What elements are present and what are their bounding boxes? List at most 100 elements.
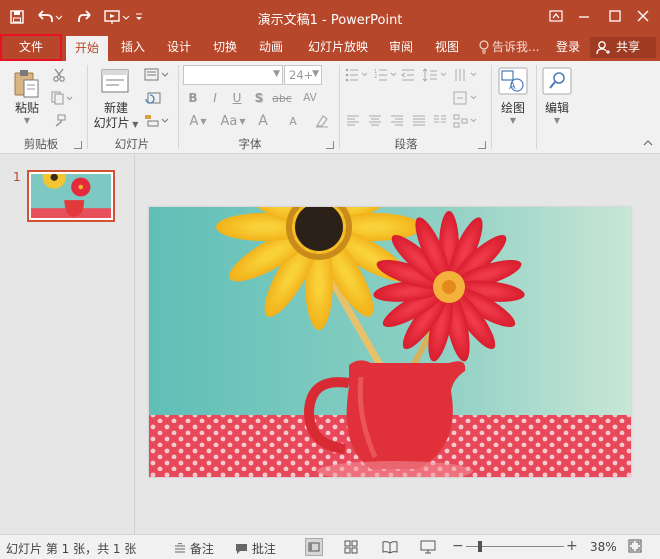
change-case-button[interactable]: Aa ▼: [216, 111, 250, 131]
decrease-font-button[interactable]: A: [285, 111, 301, 131]
zoom-slider-thumb[interactable]: [478, 541, 482, 552]
change-case-label: Aa: [220, 113, 238, 129]
collapse-ribbon-icon[interactable]: [640, 135, 656, 151]
slide-number: 1: [13, 170, 21, 184]
font-color-letter: A: [189, 113, 199, 129]
font-name-combo[interactable]: ▼: [183, 65, 283, 85]
share-button[interactable]: 共享: [590, 37, 656, 58]
align-text-icon[interactable]: [452, 89, 480, 107]
slides-group-label: 幻灯片: [114, 137, 150, 151]
font-group-label: 字体: [238, 137, 262, 151]
chevron-down-icon: ▼: [200, 116, 207, 126]
ribbon-home: 粘贴 ▼ 剪贴板 新建 幻灯片 ▼ 幻灯片 ▼ 24+ ▼ B I U S ab…: [0, 61, 660, 154]
ribbon-display-options-icon[interactable]: [543, 4, 569, 28]
ribbon-separator: [87, 65, 88, 149]
strikethrough-button[interactable]: abc: [270, 88, 294, 108]
slide-thumbnails-pane: 1: [0, 155, 135, 534]
reset-icon[interactable]: [143, 89, 163, 107]
sign-in-link[interactable]: 登录: [550, 34, 586, 61]
underline-button[interactable]: U: [229, 88, 245, 108]
minimize-icon[interactable]: [571, 4, 597, 28]
reading-view-icon[interactable]: [382, 540, 398, 557]
new-slide-icon[interactable]: [98, 66, 132, 96]
slide-canvas[interactable]: [149, 207, 631, 477]
comments-label: 批注: [251, 542, 276, 556]
paragraph-launcher-icon[interactable]: [478, 141, 486, 149]
flower-vase-picture[interactable]: [149, 207, 631, 477]
notes-label: 备注: [189, 542, 214, 556]
chevron-down-icon: ▼: [239, 116, 246, 126]
tab-animations[interactable]: 动画: [250, 34, 292, 61]
cut-icon[interactable]: [49, 66, 69, 84]
slide-sorter-icon[interactable]: [344, 540, 358, 557]
comments-button[interactable]: 批注: [235, 540, 276, 558]
slide-thumbnail[interactable]: [27, 165, 115, 222]
increase-font-button[interactable]: A: [255, 111, 271, 131]
tab-review[interactable]: 审阅: [380, 34, 422, 61]
character-spacing-button[interactable]: AV: [297, 88, 323, 108]
clear-formatting-icon[interactable]: [312, 111, 332, 131]
smartart-icon[interactable]: [452, 112, 480, 130]
chevron-down-icon[interactable]: ▼: [551, 115, 563, 125]
paste-label[interactable]: 粘贴: [10, 101, 44, 115]
tab-file[interactable]: 文件: [0, 34, 62, 61]
slide-count-text: 幻灯片 第 1 张，共 1 张: [6, 542, 137, 556]
comment-icon: [235, 543, 248, 558]
ribbon-separator: [178, 65, 179, 149]
slideshow-view-icon[interactable]: [420, 540, 436, 557]
normal-view-icon[interactable]: [305, 538, 323, 556]
tab-transitions[interactable]: 切换: [204, 34, 246, 61]
numbering-icon[interactable]: 12: [373, 66, 399, 84]
tab-view[interactable]: 视图: [426, 34, 468, 61]
shadow-button[interactable]: S: [251, 88, 267, 108]
person-icon: [596, 40, 610, 62]
drawing-shapes-icon[interactable]: A: [497, 66, 529, 96]
font-launcher-icon[interactable]: [326, 141, 334, 149]
align-left-icon[interactable]: [344, 112, 362, 130]
tab-design[interactable]: 设计: [158, 34, 200, 61]
bold-button[interactable]: B: [185, 88, 201, 108]
section-icon[interactable]: [143, 112, 171, 130]
align-right-icon[interactable]: [388, 112, 406, 130]
tab-insert[interactable]: 插入: [112, 34, 154, 61]
italic-button[interactable]: I: [207, 88, 223, 108]
drawing-label[interactable]: 绘图: [495, 101, 531, 115]
grow-font-icon[interactable]: [308, 65, 322, 85]
editing-label[interactable]: 编辑: [539, 101, 575, 115]
fit-to-window-icon[interactable]: [628, 539, 642, 556]
layout-icon[interactable]: [143, 66, 171, 84]
ribbon-tabs: 文件 开始 插入 设计 切换 动画 幻灯片放映 审阅 视图 告诉我... 登录 …: [0, 34, 660, 61]
find-icon[interactable]: [541, 66, 573, 96]
chevron-down-icon: ▼: [273, 69, 280, 79]
justify-icon[interactable]: [410, 112, 428, 130]
decrease-indent-icon[interactable]: [399, 66, 417, 84]
tab-home[interactable]: 开始: [66, 36, 108, 61]
tab-slideshow[interactable]: 幻灯片放映: [300, 34, 376, 61]
tell-me-box[interactable]: 告诉我...: [478, 34, 548, 61]
columns-icon[interactable]: [430, 112, 450, 130]
tell-me-text: 告诉我...: [492, 40, 540, 54]
close-icon[interactable]: [630, 4, 656, 28]
zoom-out-button[interactable]: −: [452, 538, 464, 554]
zoom-in-button[interactable]: +: [566, 538, 578, 554]
copy-icon[interactable]: [49, 89, 75, 107]
notes-button[interactable]: 备注: [174, 540, 214, 558]
clipboard-group-label: 剪贴板: [23, 137, 59, 151]
paste-icon[interactable]: [10, 67, 44, 101]
bullets-icon[interactable]: [344, 66, 370, 84]
text-direction-icon[interactable]: [452, 66, 480, 84]
notes-icon: [174, 542, 186, 558]
line-spacing-icon[interactable]: [421, 66, 449, 84]
paste-dropdown-icon[interactable]: ▼: [20, 115, 34, 125]
clipboard-launcher-icon[interactable]: [74, 141, 82, 149]
status-bar: 幻灯片 第 1 张，共 1 张 备注 批注 − + 38%: [0, 534, 660, 559]
maximize-icon[interactable]: [602, 4, 628, 28]
font-color-button[interactable]: A ▼: [185, 111, 211, 131]
format-painter-icon[interactable]: [49, 112, 69, 130]
new-slide-dropdown-icon: ▼: [129, 120, 139, 129]
align-center-icon[interactable]: [366, 112, 384, 130]
new-slide-label-1[interactable]: 新建: [92, 101, 140, 115]
new-slide-label-2[interactable]: 幻灯片 ▼: [90, 116, 142, 132]
zoom-level[interactable]: 38%: [590, 540, 617, 554]
chevron-down-icon[interactable]: ▼: [507, 115, 519, 125]
